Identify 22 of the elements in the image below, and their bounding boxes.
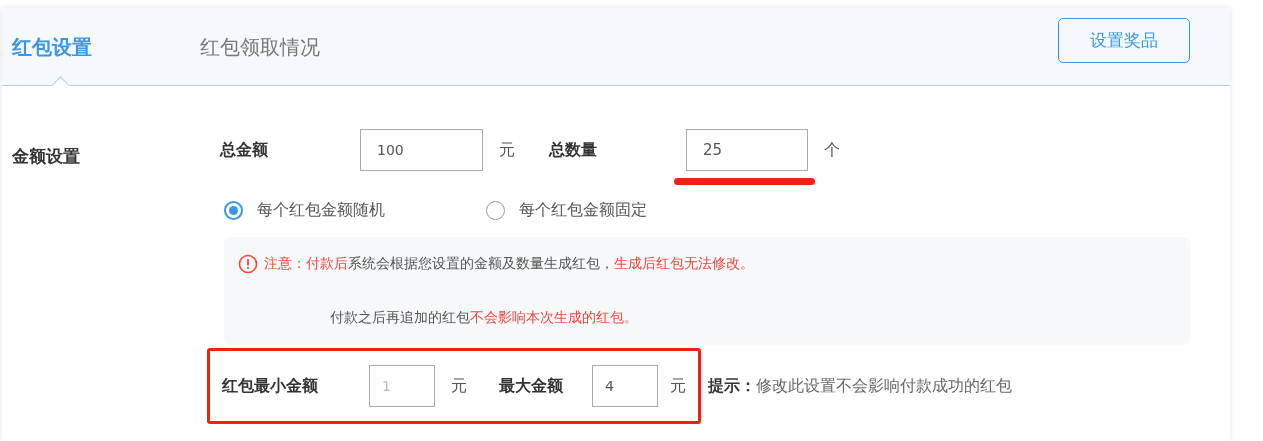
radio-option[interactable]: 每个红包金额固定	[486, 198, 726, 222]
field-label: 最大金额	[499, 375, 564, 397]
unit-label: 元	[451, 375, 468, 397]
warning-icon	[238, 253, 258, 274]
input-field[interactable]: 4	[592, 365, 658, 407]
unit-label: 元	[499, 139, 516, 161]
input-field[interactable]: 1	[369, 365, 435, 407]
input-field[interactable]: 25	[686, 129, 808, 171]
field-label: 总数量	[549, 139, 598, 161]
section-label: 金额设置	[12, 145, 80, 168]
notice-text: 注意：付款后系统会根据您设置的金额及数量生成红包，生成后红包无法修改。	[264, 254, 754, 273]
radio-option[interactable]: 每个红包金额随机	[224, 198, 464, 222]
field-label: 总金额	[220, 139, 269, 161]
hint-text: 修改此设置不会影响付款成功的红包	[756, 375, 1012, 397]
notice-text: 付款之后再追加的红包不会影响本次生成的红包。	[330, 308, 638, 327]
unit-label: 个	[824, 139, 840, 161]
hint-label: 提示：	[708, 375, 756, 397]
radio-button[interactable]	[224, 200, 243, 220]
unit-label: 元	[670, 375, 687, 397]
input-field[interactable]: 100	[360, 129, 483, 171]
field-label: 红包最小金额	[222, 375, 319, 397]
tab[interactable]: 红包领取情况	[190, 8, 378, 85]
